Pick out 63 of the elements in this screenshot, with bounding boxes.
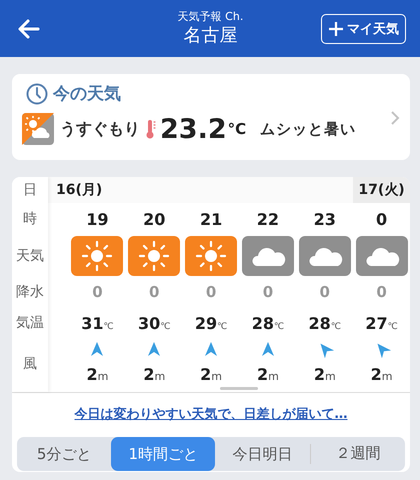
precipitation-value: 0 [318,283,331,301]
feeling-text: ムシッと暑い [260,120,356,138]
temperature-value: 27℃ [364,314,399,332]
thermometer-icon [146,118,156,140]
sun-cloud-icon [22,113,54,145]
current-weather-heading: 今の天気 [53,83,121,105]
row-label: 風 [22,355,38,374]
wind-value: 2m [256,364,280,384]
period-tab[interactable]: ２週間 [310,444,405,464]
temperature-value: 28℃ [250,314,286,332]
precipitation-value: 0 [148,283,160,301]
wind-value: 2m [312,364,337,384]
wind-arrow-icon [90,341,104,357]
precipitation-value: 0 [262,283,274,301]
cloud-icon [242,236,294,276]
wind-value: 2m [370,364,394,384]
hour-label: 23 [312,210,337,228]
city-title: 名古屋 [184,24,238,48]
precipitation-value: 0 [204,283,218,301]
channel-subtitle: 天気予報 Ch. [178,10,244,24]
date-label: 16(月) [48,177,354,203]
row-label: 気温 [15,314,45,333]
back-arrow-icon [18,18,40,38]
wind-arrow-icon [147,341,162,357]
current-weather-card[interactable]: 今の天気 うすぐもり 23.2°C ムシッと暑い [12,74,410,160]
period-tab[interactable]: 1時間ごと [111,437,216,471]
wind-arrow-icon [260,341,275,357]
row-label: 天気 [15,247,45,266]
wind-arrow-icon [204,341,218,357]
cloud-icon [298,236,351,276]
row-label: 時 [22,210,38,229]
wind-value: 2m [85,364,110,384]
my-weather-button[interactable]: マイ天気 [321,14,406,44]
precipitation-value: 0 [375,283,388,301]
sun-icon [71,236,124,276]
forecast-summary-link[interactable]: 今日は変わりやすい天気で、日差しが届いて… [74,405,348,423]
sun-icon [185,236,238,276]
temperature-value: 31℃ [80,314,115,332]
sun-icon [128,236,180,276]
precipitation-value: 0 [91,283,104,301]
period-tab[interactable]: 5分ごと [17,437,112,471]
hour-label: 22 [256,210,280,228]
row-label: 降水 [15,283,45,302]
wind-value: 2m [199,364,223,384]
period-tab[interactable]: 今日明日 [215,437,310,471]
clock-icon [26,82,48,104]
wind-value: 2m [142,364,166,384]
hour-label: 21 [198,210,224,228]
chevron-right-icon [390,110,400,126]
temperature-unit: °C [228,120,246,138]
condition-text: うすぐもり [60,118,140,140]
temperature-value: 28℃ [308,314,342,332]
scroll-indicator [220,387,258,390]
hour-label: 0 [375,210,388,228]
plus-icon [328,20,344,36]
hour-label: 19 [85,210,110,228]
temperature-value: 30℃ [137,314,172,332]
temperature-value: 29℃ [194,314,228,332]
date-label: 17(火) [353,177,410,203]
row-label: 日 [22,181,38,200]
back-button[interactable] [18,18,40,38]
current-temperature: 23.2 [160,114,227,144]
hour-label: 20 [142,210,166,228]
